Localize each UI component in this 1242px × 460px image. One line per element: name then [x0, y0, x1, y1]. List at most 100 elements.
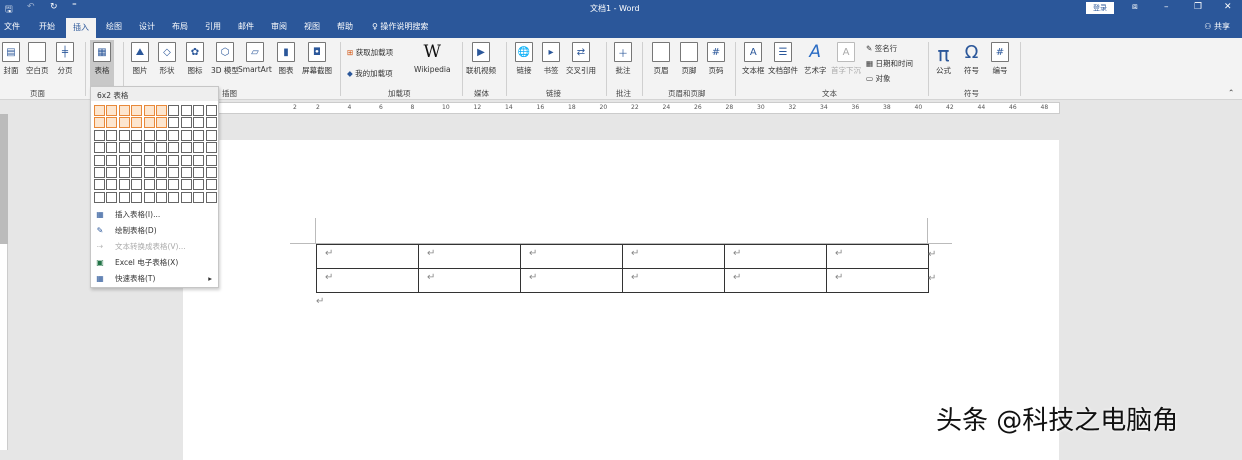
number-button[interactable]: # 编号 — [991, 42, 1009, 76]
tab-view[interactable]: 视图 — [304, 21, 320, 32]
grid-cell[interactable] — [94, 117, 105, 129]
get-addins-button[interactable]: ⊞ 获取加载项 — [347, 47, 393, 58]
grid-cell[interactable] — [155, 154, 167, 166]
grid-cell[interactable] — [155, 105, 167, 116]
blank-page-button[interactable]: 空白页 — [26, 42, 49, 76]
grid-cell[interactable] — [205, 166, 217, 178]
grid-cell[interactable] — [106, 142, 118, 154]
tab-insert[interactable]: 插入 — [66, 18, 96, 38]
grid-cell[interactable] — [143, 191, 155, 203]
grid-cell[interactable] — [118, 117, 130, 129]
grid-cell[interactable] — [118, 166, 130, 178]
grid-cell[interactable] — [118, 129, 130, 141]
table-cell[interactable]: ↵ — [520, 268, 623, 293]
table-cell[interactable]: ↵ — [418, 244, 521, 269]
shapes-button[interactable]: ◇ 形状 — [158, 42, 176, 76]
grid-cell[interactable] — [168, 142, 180, 154]
menu-excel-table[interactable]: ▣ Excel 电子表格(X) — [94, 254, 216, 270]
icons-button[interactable]: ✿ 图标 — [186, 42, 204, 76]
tab-design[interactable]: 设计 — [139, 21, 155, 32]
grid-cell[interactable] — [94, 191, 105, 203]
table-cell[interactable]: ↵ — [724, 268, 827, 293]
header-button[interactable]: 页眉 — [652, 42, 670, 76]
tab-file[interactable]: 文件 — [4, 21, 20, 32]
grid-cell[interactable] — [106, 129, 118, 141]
grid-cell[interactable] — [205, 117, 217, 129]
grid-cell[interactable] — [131, 166, 143, 178]
grid-cell[interactable] — [168, 117, 180, 129]
grid-cell[interactable] — [106, 191, 118, 203]
textbox-button[interactable]: A 文本框 — [742, 42, 765, 76]
grid-cell[interactable] — [168, 191, 180, 203]
login-button[interactable]: 登录 — [1086, 2, 1114, 14]
grid-cell[interactable] — [94, 129, 105, 141]
equation-button[interactable]: π 公式 — [936, 42, 951, 76]
grid-cell[interactable] — [168, 154, 180, 166]
grid-cell[interactable] — [106, 105, 118, 116]
grid-cell[interactable] — [94, 105, 105, 116]
grid-cell[interactable] — [106, 154, 118, 166]
grid-cell[interactable] — [180, 154, 192, 166]
grid-cell[interactable] — [106, 117, 118, 129]
my-addins-button[interactable]: ◆ 我的加载项 — [347, 68, 393, 79]
minimize-icon[interactable]: – — [1164, 2, 1169, 12]
grid-cell[interactable] — [155, 179, 167, 191]
document-page[interactable] — [183, 140, 1059, 460]
drop-cap-button[interactable]: A 首字下沉 — [831, 42, 861, 76]
quick-parts-button[interactable]: ☰ 文档部件 — [768, 42, 798, 76]
close-icon[interactable]: ✕ — [1224, 2, 1232, 12]
grid-cell[interactable] — [155, 117, 167, 129]
symbol-button[interactable]: Ω 符号 — [964, 42, 979, 76]
grid-cell[interactable] — [168, 179, 180, 191]
grid-cell[interactable] — [193, 129, 205, 141]
search-tell-me[interactable]: ♀ 操作说明搜索 — [372, 21, 428, 32]
horizontal-ruler[interactable]: 2 2 4 6 8 10 12 14 16 18 20 22 24 26 28 30 32 34 36 38 40 42 4… — [218, 102, 1060, 114]
table-cell[interactable]: ↵ — [826, 268, 929, 293]
link-button[interactable]: 🌐 链接 — [514, 42, 534, 76]
grid-cell[interactable] — [131, 105, 143, 116]
menu-quick-tables[interactable]: ▦ 快速表格(T) ▸ — [94, 270, 216, 286]
vertical-ruler[interactable] — [0, 114, 8, 450]
table-cell[interactable]: ↵ — [316, 268, 419, 293]
wikipedia-button[interactable]: W Wikipedia — [414, 42, 451, 74]
grid-cell[interactable] — [180, 166, 192, 178]
grid-cell[interactable] — [205, 179, 217, 191]
grid-cell[interactable] — [106, 179, 118, 191]
table-button[interactable]: ▦ 表格 — [90, 40, 114, 86]
table-cell[interactable]: ↵ — [418, 268, 521, 293]
document-table[interactable]: ↵ ↵ ↵ ↵ ↵ ↵ ↵ ↵ ↵ ↵ ↵ ↵ — [316, 244, 929, 293]
page-break-button[interactable]: ╪ 分页 — [56, 42, 74, 76]
grid-cell[interactable] — [143, 166, 155, 178]
tab-mailings[interactable]: 邮件 — [238, 21, 254, 32]
grid-cell[interactable] — [205, 129, 217, 141]
grid-cell[interactable] — [94, 154, 105, 166]
menu-convert-text[interactable]: ⇢ 文本转换成表格(V)... — [94, 238, 216, 254]
grid-cell[interactable] — [118, 191, 130, 203]
grid-cell[interactable] — [131, 129, 143, 141]
restore-icon[interactable]: ❐ — [1194, 2, 1202, 12]
collapse-ribbon-icon[interactable]: ⌃ — [1228, 88, 1234, 97]
table-cell[interactable]: ↵ — [622, 268, 725, 293]
grid-cell[interactable] — [168, 105, 180, 116]
grid-cell[interactable] — [143, 179, 155, 191]
comment-button[interactable]: ＋ 批注 — [614, 42, 632, 76]
redo-icon[interactable]: ↻ — [50, 2, 58, 12]
grid-cell[interactable] — [131, 142, 143, 154]
grid-cell[interactable] — [155, 129, 167, 141]
grid-cell[interactable] — [180, 179, 192, 191]
grid-cell[interactable] — [205, 142, 217, 154]
grid-cell[interactable] — [168, 166, 180, 178]
grid-cell[interactable] — [205, 191, 217, 203]
grid-cell[interactable] — [193, 166, 205, 178]
picture-button[interactable]: ⛰ 图片 — [131, 42, 149, 76]
grid-cell[interactable] — [205, 154, 217, 166]
grid-cell[interactable] — [193, 117, 205, 129]
date-time-button[interactable]: ▦ 日期和时间 — [866, 58, 913, 69]
table-grid-picker[interactable] — [94, 105, 218, 204]
grid-cell[interactable] — [94, 142, 105, 154]
grid-cell[interactable] — [118, 179, 130, 191]
table-cell[interactable]: ↵ — [622, 244, 725, 269]
tab-help[interactable]: 帮助 — [337, 21, 353, 32]
cross-reference-button[interactable]: ⇄ 交叉引用 — [566, 42, 596, 76]
signature-line-button[interactable]: ✎ 签名行 — [866, 43, 897, 54]
